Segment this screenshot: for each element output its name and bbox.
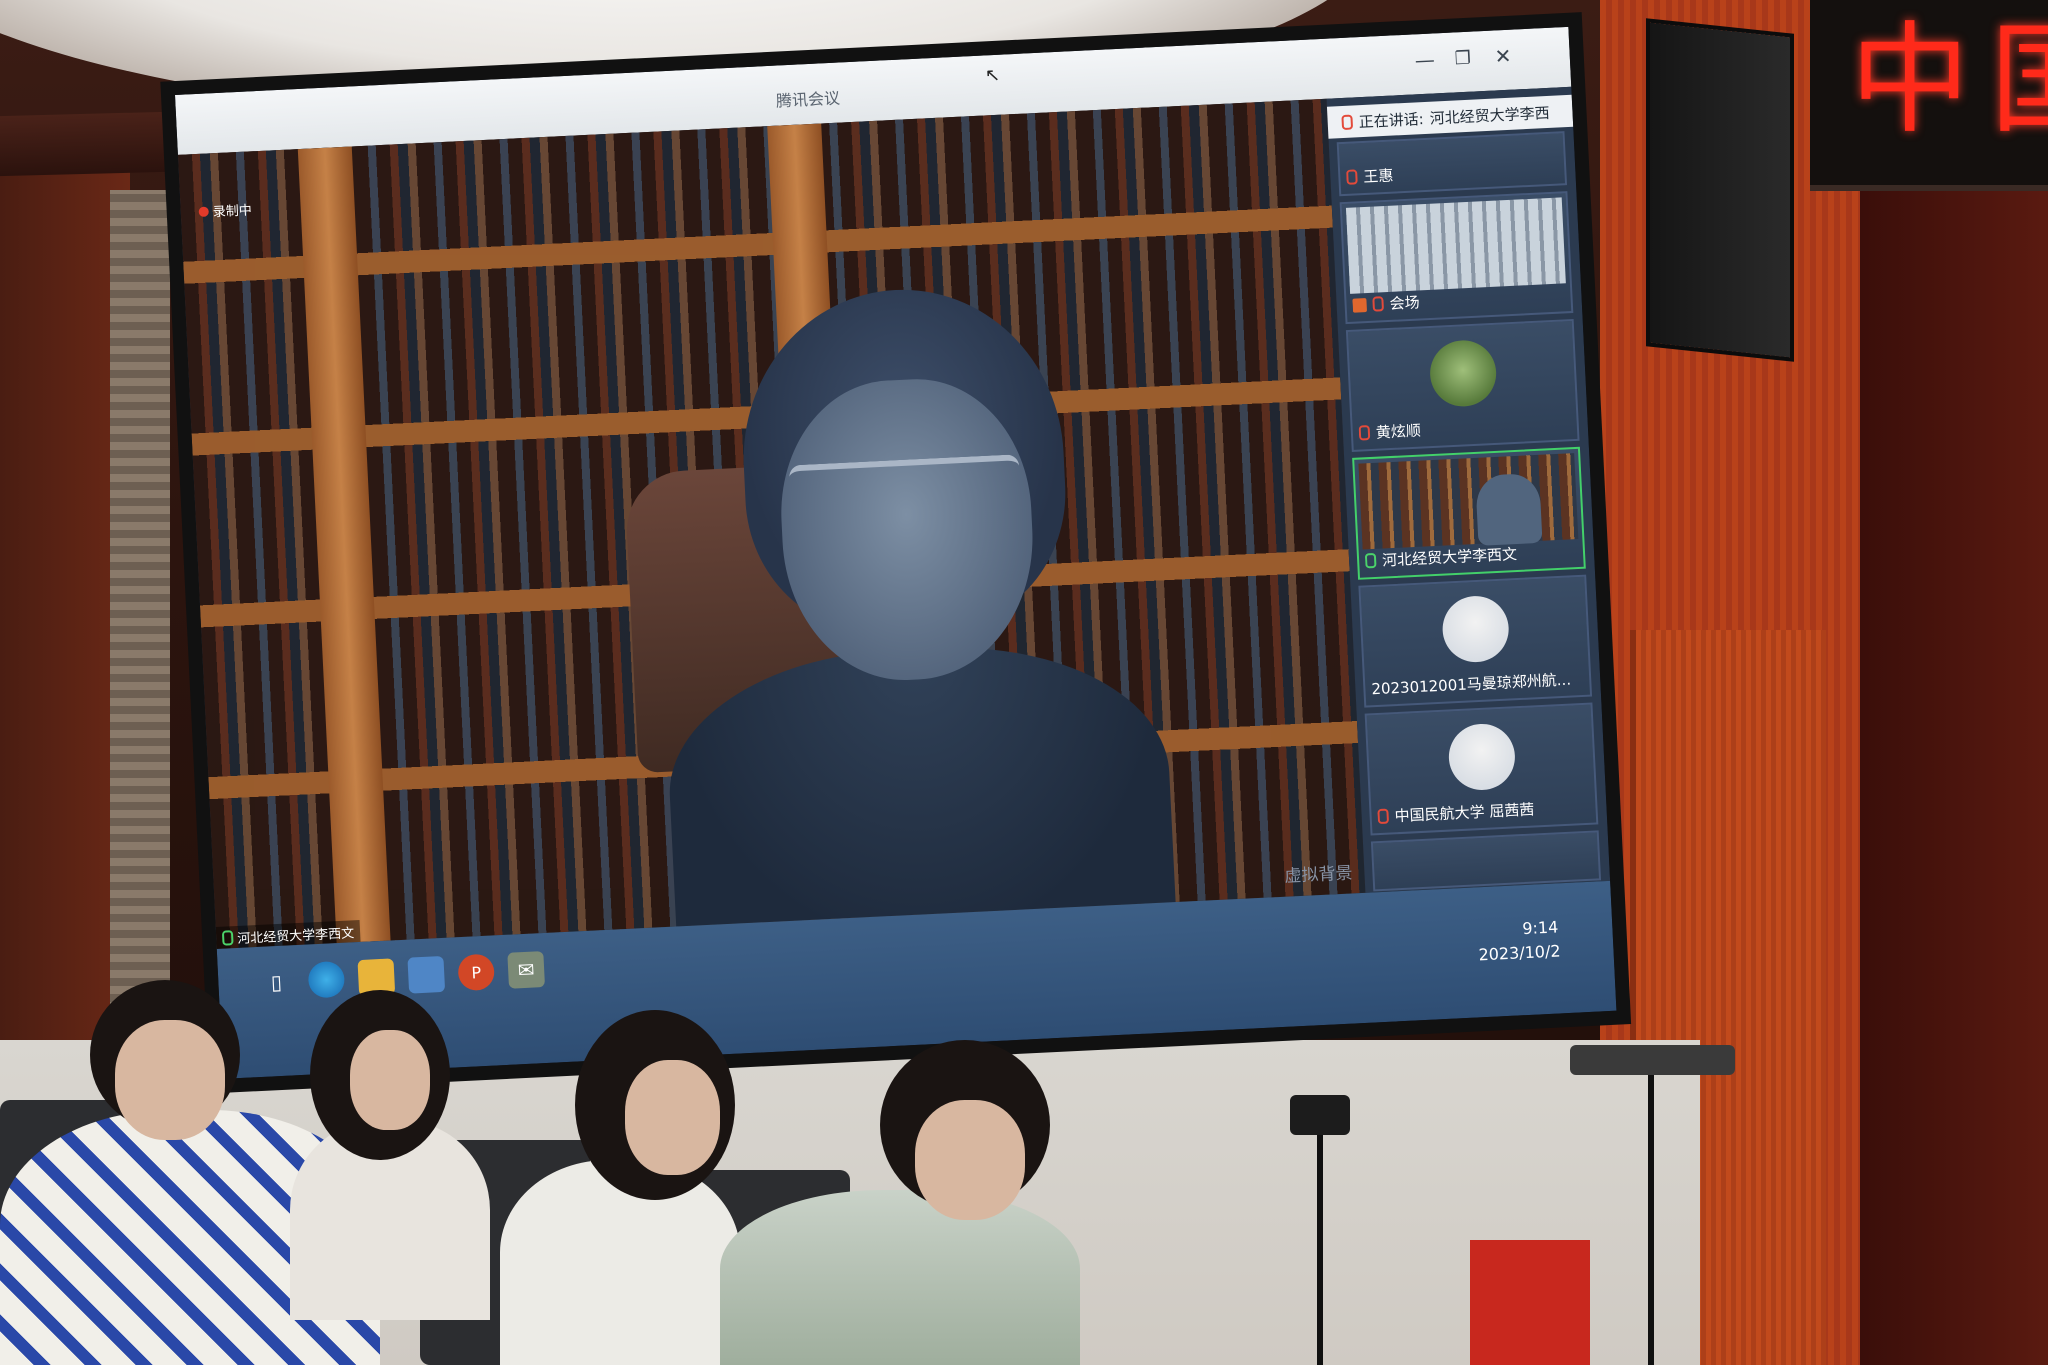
maximize-button[interactable]: ❐	[1454, 48, 1471, 70]
close-button[interactable]: ✕	[1494, 44, 1512, 69]
recording-label: 录制中	[212, 203, 253, 221]
conference-room-thumbnail	[1345, 197, 1566, 294]
microphone-muted-icon	[1372, 296, 1385, 312]
webcam-tripod	[1648, 1075, 1654, 1365]
left-wall-panel	[110, 190, 170, 1090]
participant-name-tag: 2023012001马曼琼郑州航...	[1371, 669, 1572, 700]
speaking-name: 河北经贸大学李西	[1429, 103, 1551, 128]
microphone-icon	[221, 930, 234, 946]
speaker-video-person	[646, 278, 1178, 949]
person-glasses	[788, 454, 1022, 532]
microphone-muted-icon	[1346, 169, 1358, 185]
mouse-cursor-icon: ↖	[984, 64, 1001, 87]
led-sign-text: 中国	[1850, 11, 2048, 150]
window-title: 腾讯会议	[775, 88, 841, 111]
microphone-muted-icon	[1358, 425, 1371, 441]
audience-person-face	[115, 1020, 225, 1140]
microphone-muted-icon	[1377, 808, 1390, 825]
audience-person-hoodie	[720, 1190, 1080, 1365]
participant-tile[interactable]: 2023012001马曼琼郑州航...	[1358, 574, 1593, 708]
wall-speaker	[1650, 22, 1790, 358]
main-video-view[interactable]: 录制中 虚拟背景 河北经贸大学李西文	[177, 98, 1366, 949]
microphone-muted-icon	[1341, 114, 1354, 130]
participant-name: 王惠	[1362, 166, 1394, 187]
participant-name-tag: 会场	[1352, 291, 1420, 315]
camera-icon	[1290, 1095, 1350, 1135]
right-wall-shadow	[1860, 0, 2048, 1365]
participant-name-tag: 王惠	[1346, 165, 1394, 188]
user-icon	[1352, 297, 1368, 313]
thumbnail-person	[1475, 472, 1543, 546]
virtual-background-label: 虚拟背景	[1284, 863, 1353, 887]
participant-tile[interactable]: 黄炫顺	[1345, 318, 1580, 452]
participant-tile[interactable]: 会场	[1339, 191, 1574, 325]
speaking-label: 正在讲话:	[1358, 109, 1425, 131]
participant-panel: 正在讲话: 河北经贸大学李西 王惠 会场 黄炫顺 河北经贸大学李西文 20230…	[1326, 86, 1611, 893]
person-body	[663, 637, 1178, 949]
participant-name: 2023012001马曼琼郑州航...	[1371, 670, 1572, 699]
recording-badge: 录制中	[198, 199, 252, 221]
participant-name: 会场	[1389, 293, 1421, 313]
avatar	[1441, 594, 1511, 664]
minimize-button[interactable]: —	[1414, 47, 1435, 72]
audience-person-face	[625, 1060, 720, 1175]
projection-screen: 腾讯会议 ↖ — ❐ ✕ 录制中 虚拟背景 河北经贸大学李西文 正在讲话: 河北…	[175, 26, 1617, 1079]
participant-name: 黄炫顺	[1375, 421, 1422, 442]
participant-tile[interactable]: 中国民航大学 屈茜茜	[1364, 702, 1599, 836]
video-thumbnail	[1358, 453, 1579, 550]
participant-name-tag: 黄炫顺	[1358, 420, 1421, 444]
participant-name: 中国民航大学 屈茜茜	[1394, 800, 1535, 826]
webcam-icon	[1570, 1045, 1735, 1075]
participant-tile-active-speaker[interactable]: 河北经贸大学李西文	[1352, 446, 1586, 580]
audience	[0, 960, 1735, 1365]
record-icon	[198, 205, 209, 217]
audience-person-face	[915, 1100, 1025, 1220]
participant-tile[interactable]: 王惠	[1336, 131, 1568, 197]
microphone-icon	[1364, 552, 1377, 569]
camera-tripod	[1317, 1135, 1323, 1365]
taskbar-time: 9:14	[1521, 917, 1559, 939]
participant-name-tag: 中国民航大学 屈茜茜	[1377, 798, 1535, 827]
avatar	[1447, 722, 1517, 792]
avatar	[1428, 338, 1498, 408]
audience-person-face	[350, 1030, 430, 1130]
meeting-room-scene: 中国 腾讯会议 ↖ — ❐ ✕ 录制中	[0, 0, 2048, 1365]
led-sign: 中国	[1810, 0, 2048, 191]
fire-extinguisher-box	[1470, 1240, 1590, 1365]
